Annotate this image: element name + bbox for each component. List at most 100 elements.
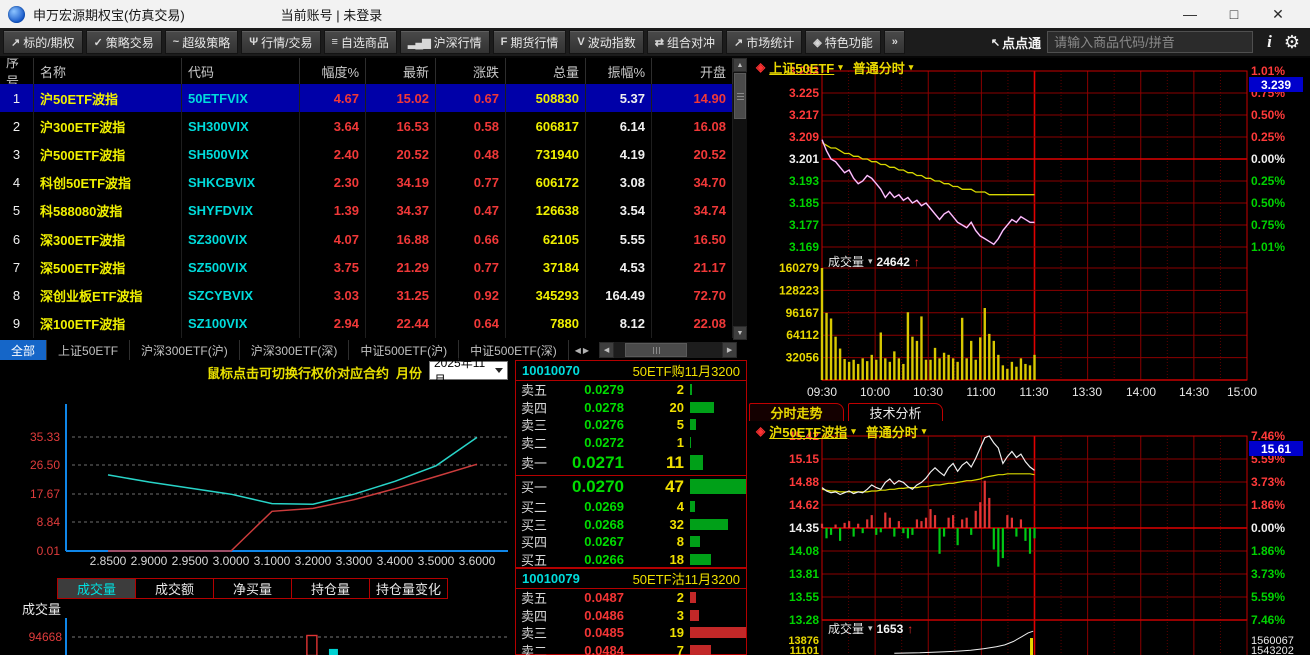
info-icon[interactable]: i [1267, 32, 1272, 52]
order-book-row[interactable]: 买二0.02694 [516, 498, 746, 516]
table-scrollbar[interactable]: ▲ ▼ [733, 58, 747, 340]
table-row[interactable]: 7深500ETF波指SZ500VIX3.7521.290.77371844.53… [0, 253, 733, 281]
market-tab-2[interactable]: 沪深300ETF(沪) [130, 340, 240, 360]
column-header[interactable]: 代码 [182, 58, 300, 84]
volume-value: 1653 [877, 622, 904, 636]
market-tab-3[interactable]: 沪深300ETF(深) [240, 340, 350, 360]
timeshare-tab-0[interactable]: 分时走势 [749, 403, 844, 421]
order-book-row[interactable]: 买五0.026618 [516, 551, 746, 569]
tab-scrollbar-thumb[interactable] [625, 343, 687, 357]
tab-scrollbar[interactable]: ◀ ▶ [599, 342, 737, 358]
market-tab-0[interactable]: 全部 [0, 340, 47, 360]
toolbar-button-6[interactable]: F期货行情 [493, 30, 567, 54]
chart-mode-selector[interactable]: 普通分时 [853, 58, 905, 77]
settings-gear-icon[interactable]: ⚙ [1284, 32, 1300, 53]
toolbar-button-8[interactable]: ⇄组合对冲 [647, 30, 723, 54]
column-header[interactable]: 涨跌 [436, 58, 506, 84]
toolbar-button-7[interactable]: V波动指数 [569, 30, 643, 54]
maximize-button[interactable]: □ [1212, 6, 1256, 22]
volume-tab-3[interactable]: 持仓量 [291, 578, 370, 599]
close-button[interactable]: ✕ [1256, 6, 1300, 23]
toolbar-button-9[interactable]: ↗市场统计 [726, 30, 802, 54]
table-row[interactable]: 2沪300ETF波指SH300VIX3.6416.530.586068176.1… [0, 112, 733, 140]
volume-label[interactable]: 成交量 [828, 253, 864, 270]
volume-tab-2[interactable]: 净买量 [213, 578, 292, 599]
market-tab-1[interactable]: 上证50ETF [47, 340, 130, 360]
month-dropdown[interactable]: 2025年11月 [429, 361, 508, 380]
order-book-row[interactable]: 卖五0.04872 [516, 589, 746, 607]
toolbar-button-0[interactable]: ↗标的/期权 [3, 30, 83, 54]
svg-text:2.9000: 2.9000 [131, 554, 168, 568]
symbol-search-input[interactable] [1047, 31, 1253, 53]
iv-smile-chart[interactable]: 35.3326.5017.678.840.012.85002.90002.950… [0, 384, 515, 578]
minimize-button[interactable]: — [1168, 6, 1212, 22]
order-book-row[interactable]: 买一0.027047 [516, 475, 746, 499]
table-cell: 22.44 [366, 310, 436, 338]
svg-text:0.25%: 0.25% [1251, 174, 1285, 188]
table-row[interactable]: 8深创业板ETF波指SZCYBVIX3.0331.250.92345293164… [0, 281, 733, 309]
table-cell: 606172 [506, 169, 586, 197]
table-row[interactable]: 1沪50ETF波指50ETFVIX4.6715.020.675088305.37… [0, 84, 733, 112]
toolbar-button-3[interactable]: Ψ行情/交易 [241, 30, 320, 54]
volume-tab-1[interactable]: 成交额 [135, 578, 214, 599]
column-header[interactable]: 振幅% [586, 58, 652, 84]
tab-scroll-left-button[interactable]: ◀ [599, 342, 614, 358]
column-header[interactable]: 名称 [34, 58, 182, 84]
toolbar-button-1[interactable]: ✓策略交易 [86, 30, 162, 54]
order-book-row[interactable]: 卖四0.027820 [516, 399, 746, 417]
column-header[interactable]: 序号 [0, 58, 34, 84]
side-label: 卖二 [516, 433, 552, 452]
diandiantong-button[interactable]: ↖ 点点通 [991, 33, 1041, 52]
price-value: 0.0486 [552, 608, 624, 623]
chevron-down-icon [495, 368, 503, 373]
table-row[interactable]: 4科创50ETF波指SHKCBVIX2.3034.190.776061723.0… [0, 169, 733, 197]
chart-instrument-selector[interactable]: 上证50ETF [769, 58, 834, 77]
table-row[interactable]: 9深100ETF波指SZ100VIX2.9422.440.6478808.122… [0, 310, 733, 338]
toolbar-button-10[interactable]: ◈特色功能 [805, 30, 880, 54]
order-book-row[interactable]: 卖二0.02721 [516, 434, 746, 452]
table-cell: SH500VIX [182, 140, 300, 168]
call-option-order-book: 1001007050ETF购11月3200卖五0.02792卖四0.027820… [515, 360, 747, 568]
table-row[interactable]: 6深300ETF波指SZ300VIX4.0716.880.66621055.55… [0, 225, 733, 253]
order-book-row[interactable]: 卖一0.027111 [516, 451, 746, 475]
sh50etf-intraday-chart[interactable]: 1602791282239616764112320563.2333.2253.2… [747, 58, 1310, 403]
svg-text:10:00: 10:00 [860, 385, 890, 399]
svg-text:0.00%: 0.00% [1251, 521, 1285, 535]
chart-instrument-selector[interactable]: 沪50ETF波指 [769, 422, 847, 441]
svg-text:8.84: 8.84 [37, 515, 61, 529]
order-book-row[interactable]: 卖二0.04847 [516, 642, 746, 655]
order-book-row[interactable]: 买三0.026832 [516, 516, 746, 534]
timeshare-tab-1[interactable]: 技术分析 [848, 403, 943, 421]
volume-tab-4[interactable]: 持仓量变化 [369, 578, 448, 599]
mini-volume-chart[interactable]: 94668 [0, 616, 515, 655]
order-book-row[interactable]: 卖四0.04863 [516, 607, 746, 625]
column-header[interactable]: 开盘 [652, 58, 733, 84]
chart-mode-selector[interactable]: 普通分时 [866, 422, 918, 441]
toolbar-button-11[interactable]: » [884, 30, 905, 54]
tab-nav-arrows[interactable]: ◀▶ [575, 346, 591, 355]
toolbar-button-5[interactable]: ▂▄▆沪深行情 [400, 30, 490, 54]
order-book-row[interactable]: 卖五0.02792 [516, 381, 746, 399]
table-cell: 20.52 [366, 140, 436, 168]
order-book-row[interactable]: 买四0.02678 [516, 533, 746, 551]
toolbar-button-2[interactable]: ~超级策略 [165, 30, 238, 54]
column-header[interactable]: 幅度% [300, 58, 366, 84]
scroll-down-button[interactable]: ▼ [733, 326, 747, 340]
table-row[interactable]: 5科588080波指SHYFDVIX1.3934.370.471266383.5… [0, 197, 733, 225]
tab-scroll-right-button[interactable]: ▶ [722, 342, 737, 358]
order-book-row[interactable]: 卖三0.02765 [516, 416, 746, 434]
toolbar-button-4[interactable]: ≡自选商品 [324, 30, 397, 54]
scroll-up-button[interactable]: ▲ [733, 58, 747, 72]
main-toolbar: ↗标的/期权✓策略交易~超级策略Ψ行情/交易≡自选商品▂▄▆沪深行情F期货行情V… [0, 28, 1310, 58]
column-header[interactable]: 最新 [366, 58, 436, 84]
up-arrow-icon: ↑ [907, 622, 913, 636]
volume-label[interactable]: 成交量 [828, 620, 864, 637]
volume-tab-0[interactable]: 成交量 [57, 578, 136, 599]
order-book-row[interactable]: 卖三0.048519 [516, 624, 746, 642]
svg-text:3.0000: 3.0000 [213, 554, 250, 568]
quantity-value: 7 [624, 643, 684, 655]
table-row[interactable]: 3沪500ETF波指SH500VIX2.4020.520.487319404.1… [0, 140, 733, 168]
column-header[interactable]: 总量 [506, 58, 586, 84]
scrollbar-thumb[interactable] [734, 73, 746, 119]
svg-text:14.08: 14.08 [789, 544, 819, 558]
